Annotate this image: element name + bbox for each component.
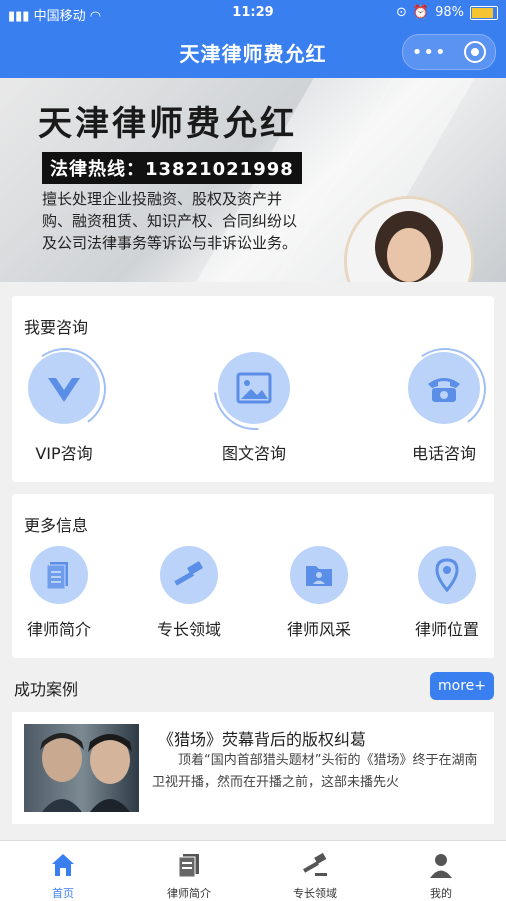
alarm-icon: ⏰: [412, 5, 430, 20]
tab-profile[interactable]: 律师简介: [126, 841, 252, 901]
battery-percent: 98%: [435, 5, 464, 20]
cases-title: 成功案例: [14, 680, 79, 699]
case-title: 《猎场》荧幕背后的版权纠葛: [158, 730, 367, 749]
status-bar: ▮▮▮ 中国移动 ◠ 11:29 ⊙ ⏰ 98%: [0, 0, 506, 26]
home-icon: [52, 854, 74, 876]
hero-banner[interactable]: 天津律师费允红 法律热线：13821021998 擅长处理企业投融资、股权及资产…: [0, 78, 506, 282]
more-info-profile-label[interactable]: 律师简介: [9, 616, 109, 640]
gavel-icon: [303, 852, 327, 876]
mini-program-capsule: •••: [402, 34, 496, 70]
more-info-expertise-label[interactable]: 专长领域: [139, 616, 239, 640]
tab-home[interactable]: 首页: [0, 841, 126, 901]
case-excerpt: 顶着“国内首部猎头题材”头衔的《猎场》终于在湖南卫视开播，然而在开播之前，这部未…: [152, 753, 478, 790]
banner-description: 擅长处理企业投融资、股权及资产并购、融资租赁、知识产权、合同纠纷以及公司法律事务…: [42, 190, 298, 252]
nav-bar: 天津律师费允红 •••: [0, 26, 506, 78]
case-list-item[interactable]: 《猎场》荧幕背后的版权纠葛 顶着“国内首部猎头题材”头衔的《猎场》终于在湖南卫视…: [12, 712, 494, 824]
cases-more-button[interactable]: more+: [430, 672, 494, 700]
tab-mine[interactable]: 我的: [378, 841, 504, 901]
consult-card: 我要咨询 VIP咨询 图文咨询 电话咨询: [12, 296, 494, 482]
more-info-card: 更多信息 律师简介 专长领域 律师风采 律师位置: [12, 494, 494, 658]
lock-rotation-icon: ⊙: [396, 5, 407, 20]
consult-vip-label[interactable]: VIP咨询: [14, 440, 114, 464]
folder-person-icon[interactable]: [290, 546, 348, 604]
tab-expertise[interactable]: 专长领域: [252, 841, 378, 901]
case-thumbnail: [24, 724, 139, 812]
tab-expertise-label: 专长领域: [293, 887, 337, 900]
tab-profile-label: 律师简介: [167, 887, 211, 900]
tab-mine-label: 我的: [430, 887, 452, 900]
image-icon[interactable]: [197, 331, 313, 447]
more-info-style-label[interactable]: 律师风采: [269, 616, 369, 640]
tab-bar: 首页 律师简介 专长领域 我的: [0, 840, 506, 901]
more-dots-icon[interactable]: •••: [412, 42, 447, 63]
document-icon: [178, 854, 199, 878]
banner-hotline: 法律热线：13821021998: [42, 152, 302, 184]
phone-icon[interactable]: [397, 341, 493, 437]
consult-image-label[interactable]: 图文咨询: [204, 440, 304, 464]
location-icon[interactable]: [418, 546, 476, 604]
consult-phone-label[interactable]: 电话咨询: [394, 440, 494, 464]
banner-heading: 天津律师费允红: [38, 104, 297, 144]
status-right: ⊙ ⏰ 98%: [396, 5, 498, 20]
gavel-icon[interactable]: [160, 546, 218, 604]
more-info-title: 更多信息: [24, 516, 89, 535]
user-icon: [430, 854, 452, 878]
vip-icon[interactable]: [17, 341, 113, 437]
more-info-location-label[interactable]: 律师位置: [397, 616, 497, 640]
close-target-icon[interactable]: [464, 41, 487, 63]
battery-icon: [470, 5, 498, 20]
document-icon[interactable]: [30, 546, 88, 604]
tab-home-label: 首页: [52, 887, 74, 900]
consult-title: 我要咨询: [24, 318, 89, 337]
